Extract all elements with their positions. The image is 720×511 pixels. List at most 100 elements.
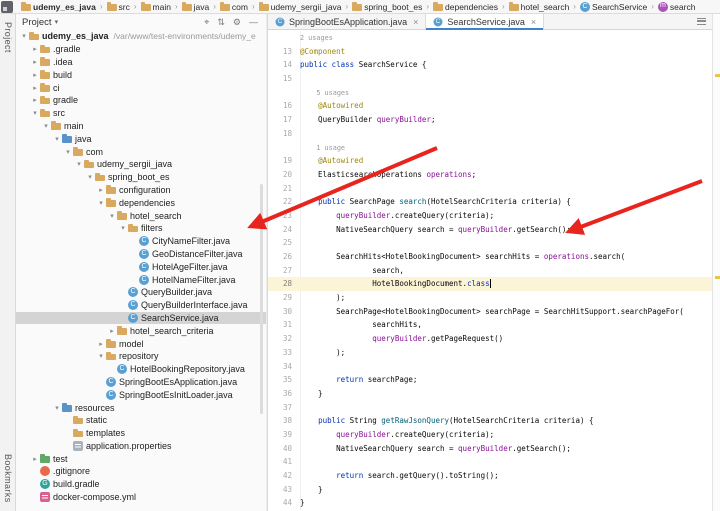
tree-item-resources[interactable]: ▾ resources [16,401,266,414]
chevron-expanded-icon[interactable]: ▾ [41,122,51,130]
chevron-collapsed-icon[interactable]: ▸ [107,327,117,335]
chevron-expanded-icon[interactable]: ▾ [96,352,106,360]
code-line[interactable]: 37 [268,401,712,415]
chevron-collapsed-icon[interactable]: ▸ [96,340,106,348]
chevron-expanded-icon[interactable]: ▾ [63,148,73,156]
tree-item-hotel_search[interactable]: ▾ hotel_search [16,209,266,222]
breadcrumb-item-src[interactable]: src [106,2,131,12]
code-line[interactable]: 22 public SearchPage search(HotelSearchC… [268,195,712,209]
code-line[interactable]: 41 [268,455,712,469]
chevron-collapsed-icon[interactable]: ▸ [30,71,40,79]
tree-item-gradle[interactable]: ▸ gradle [16,94,266,107]
code-line[interactable]: 30 SearchPage<HotelBookingDocument> sear… [268,305,712,319]
code-line[interactable]: 35 return searchPage; [268,373,712,387]
breadcrumb-item-spring_boot_es[interactable]: spring_boot_es [351,2,423,12]
breadcrumb-item-udemy_sergii_java[interactable]: udemy_sergii_java [258,2,343,12]
stripe-mark[interactable] [714,74,720,77]
usages-hint[interactable]: 1 usage [300,144,345,152]
tree-item-main[interactable]: ▾ main [16,120,266,133]
inlay-hint-row[interactable]: 1 usage [268,141,712,155]
error-stripe[interactable] [712,14,720,511]
tree-item-com[interactable]: ▾ com [16,145,266,158]
breadcrumb-item-hotel_search[interactable]: hotel_search [508,2,571,12]
breadcrumb-item-SearchService[interactable]: SearchService [579,1,648,12]
chevron-down-icon[interactable]: ▾ [55,18,59,26]
chevron-expanded-icon[interactable]: ▾ [118,224,128,232]
code-line[interactable]: 27 search, [268,264,712,278]
tree-item-GeoDistanceFilter.java[interactable]: GeoDistanceFilter.java [16,248,266,261]
code-line[interactable]: 42 return search.getQuery().toString(); [268,469,712,483]
tree-item-model[interactable]: ▸ model [16,337,266,350]
chevron-expanded-icon[interactable]: ▾ [52,404,62,412]
tree-item-HotelBookingRepository.java[interactable]: HotelBookingRepository.java [16,363,266,376]
code-line[interactable]: 36 } [268,387,712,401]
project-tool-window-icon[interactable] [1,1,13,13]
close-icon[interactable]: × [413,17,418,27]
hide-panel-icon[interactable]: ― [249,14,258,30]
collapse-all-icon[interactable]: ⇅ [217,14,225,30]
code-line[interactable]: 43 } [268,483,712,497]
tree-item-.idea[interactable]: ▸ .idea [16,56,266,69]
code-line[interactable]: 33 ); [268,346,712,360]
close-icon[interactable]: × [531,17,536,27]
tree-item-SpringBootEsApplication.java[interactable]: SpringBootEsApplication.java [16,376,266,389]
chevron-collapsed-icon[interactable]: ▸ [30,455,40,463]
more-icon[interactable] [697,18,706,25]
project-stripe-label[interactable]: Project [3,22,13,53]
tree-item-build[interactable]: ▸ build [16,68,266,81]
chevron-expanded-icon[interactable]: ▾ [19,32,29,40]
tree-item-udemy_sergii_java[interactable]: ▾ udemy_sergii_java [16,158,266,171]
tree-item-application.properties[interactable]: application.properties [16,440,266,453]
code-line[interactable]: 23 queryBuilder.createQuery(criteria); [268,209,712,223]
stripe-mark[interactable] [714,276,720,279]
code-line[interactable]: 14 public class SearchService { [268,58,712,72]
tree-item-.gitignore[interactable]: .gitignore [16,465,266,478]
tree-item-static[interactable]: static [16,414,266,427]
tree-item-CityNameFilter.java[interactable]: CityNameFilter.java [16,235,266,248]
code-line[interactable]: 44} [268,496,712,510]
inlay-hint-row[interactable]: 5 usages [268,86,712,100]
tree-item-spring_boot_es[interactable]: ▾ spring_boot_es [16,171,266,184]
tree-item-udemy_es_java[interactable]: ▾ udemy_es_java/var/www/test-environments… [16,30,266,43]
code-line[interactable]: 25 [268,236,712,250]
usages-hint[interactable]: 2 usages [300,34,333,42]
tree-item-ci[interactable]: ▸ ci [16,81,266,94]
tree-item-java[interactable]: ▾ java [16,132,266,145]
code-line[interactable]: 20 ElasticsearchOperations operations; [268,168,712,182]
chevron-collapsed-icon[interactable]: ▸ [30,45,40,53]
chevron-collapsed-icon[interactable]: ▸ [30,96,40,104]
chevron-expanded-icon[interactable]: ▾ [74,160,84,168]
code-line[interactable]: 13 @Component [268,45,712,59]
code-line[interactable]: 31 searchHits, [268,318,712,332]
tree-item-repository[interactable]: ▾ repository [16,350,266,363]
tree-item-filters[interactable]: ▾ filters [16,222,266,235]
code-line[interactable]: 40 NativeSearchQuery search = queryBuild… [268,442,712,456]
chevron-collapsed-icon[interactable]: ▸ [30,84,40,92]
tree-item-.gradle[interactable]: ▸ .gradle [16,43,266,56]
code-line[interactable]: 32 queryBuilder.getPageRequest() [268,332,712,346]
breadcrumb-item-udemy_es_java[interactable]: udemy_es_java [20,2,97,12]
code-line[interactable]: 34 [268,360,712,374]
breadcrumb-item-search[interactable]: search [657,1,697,12]
tree-item-QueryBuilder.java[interactable]: QueryBuilder.java [16,286,266,299]
code-line[interactable]: 17 QueryBuilder queryBuilder; [268,113,712,127]
code-line[interactable]: 18 [268,127,712,141]
usages-hint[interactable]: 5 usages [300,89,349,97]
tree-item-build.gradle[interactable]: build.gradle [16,478,266,491]
tree-item-dependencies[interactable]: ▾ dependencies [16,196,266,209]
chevron-expanded-icon[interactable]: ▾ [107,212,117,220]
breadcrumb-item-main[interactable]: main [140,2,172,12]
tree-item-src[interactable]: ▾ src [16,107,266,120]
tree-item-test[interactable]: ▸ test [16,452,266,465]
code-editor[interactable]: 2 usages 13 @Component 14 public class Searc… [268,31,712,511]
bookmarks-stripe-label[interactable]: Bookmarks [3,454,13,503]
code-line[interactable]: 26 SearchHits<HotelBookingDocument> sear… [268,250,712,264]
breadcrumb-item-dependencies[interactable]: dependencies [432,2,499,12]
code-line[interactable]: 15 [268,72,712,86]
tree-item-QueryBuilderInterface.java[interactable]: QueryBuilderInterface.java [16,299,266,312]
tree-item-templates[interactable]: templates [16,427,266,440]
chevron-expanded-icon[interactable]: ▾ [85,173,95,181]
chevron-expanded-icon[interactable]: ▾ [52,135,62,143]
chevron-expanded-icon[interactable]: ▾ [96,199,106,207]
tab-SearchService.java[interactable]: SearchService.java × [426,14,545,30]
